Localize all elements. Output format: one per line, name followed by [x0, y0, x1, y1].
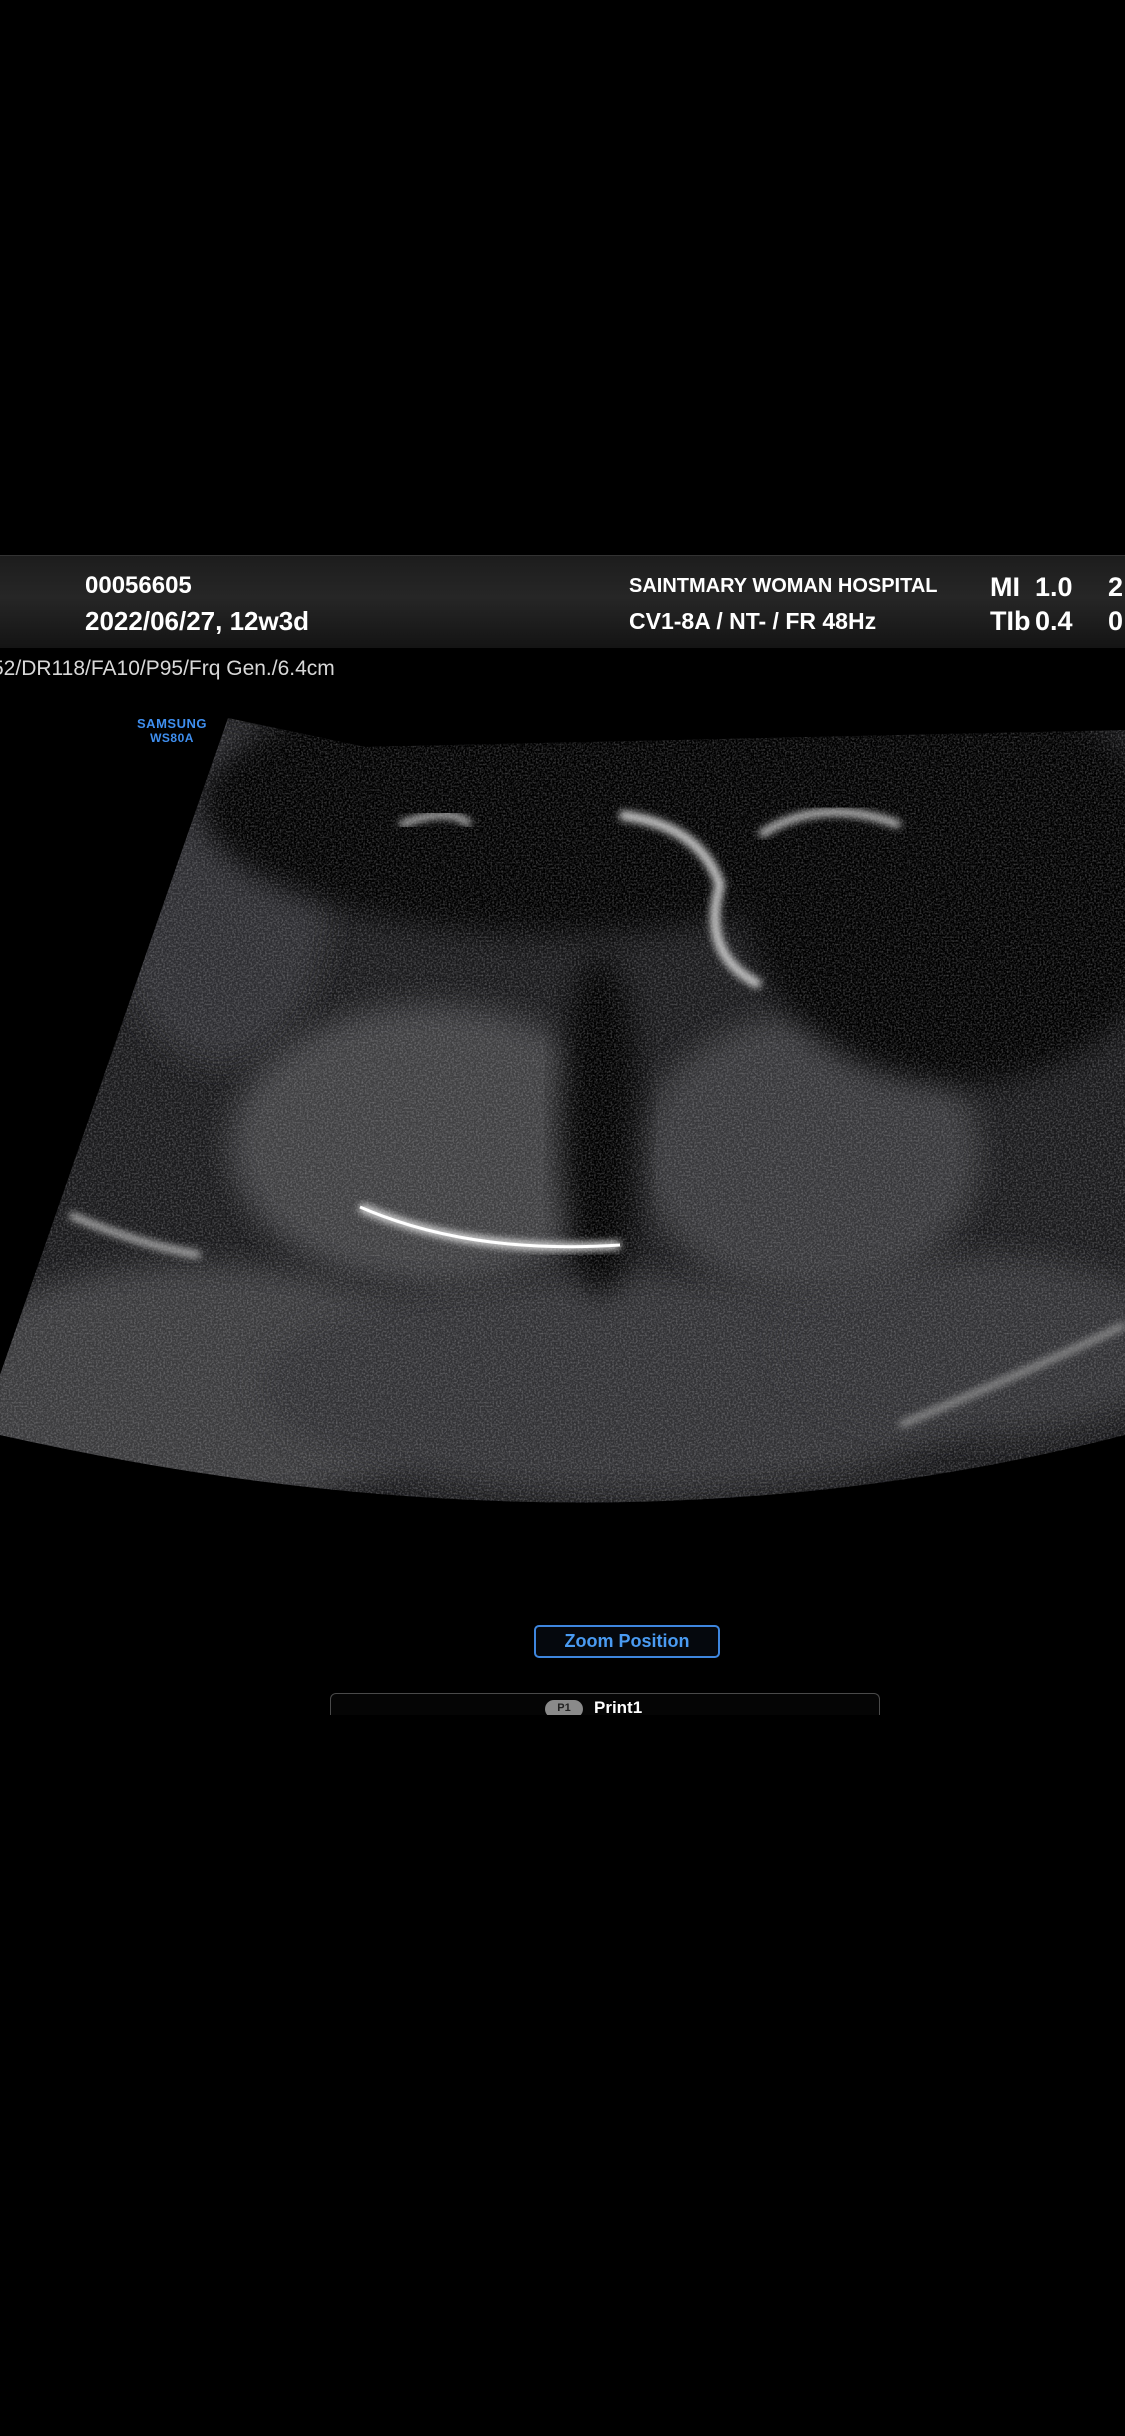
zoom-position-button[interactable]: Zoom Position — [534, 1625, 720, 1658]
print-label: Print1 — [594, 1698, 643, 1715]
logo-model: WS80A — [150, 731, 194, 745]
samsung-logo: SAMSUNG WS80A — [135, 716, 209, 746]
ultrasound-frame: 00056605 2022/06/27, 12w3d SAINTMARY WOM… — [0, 555, 1125, 1715]
logo-brand: SAMSUNG — [137, 716, 207, 731]
print-bar[interactable]: P1 Print1 — [330, 1693, 880, 1715]
screen: { "header": { "patient_id": "00056605", … — [0, 0, 1125, 2436]
ultrasound-fan — [0, 718, 1125, 1503]
print-key-badge: P1 — [545, 1700, 583, 1715]
